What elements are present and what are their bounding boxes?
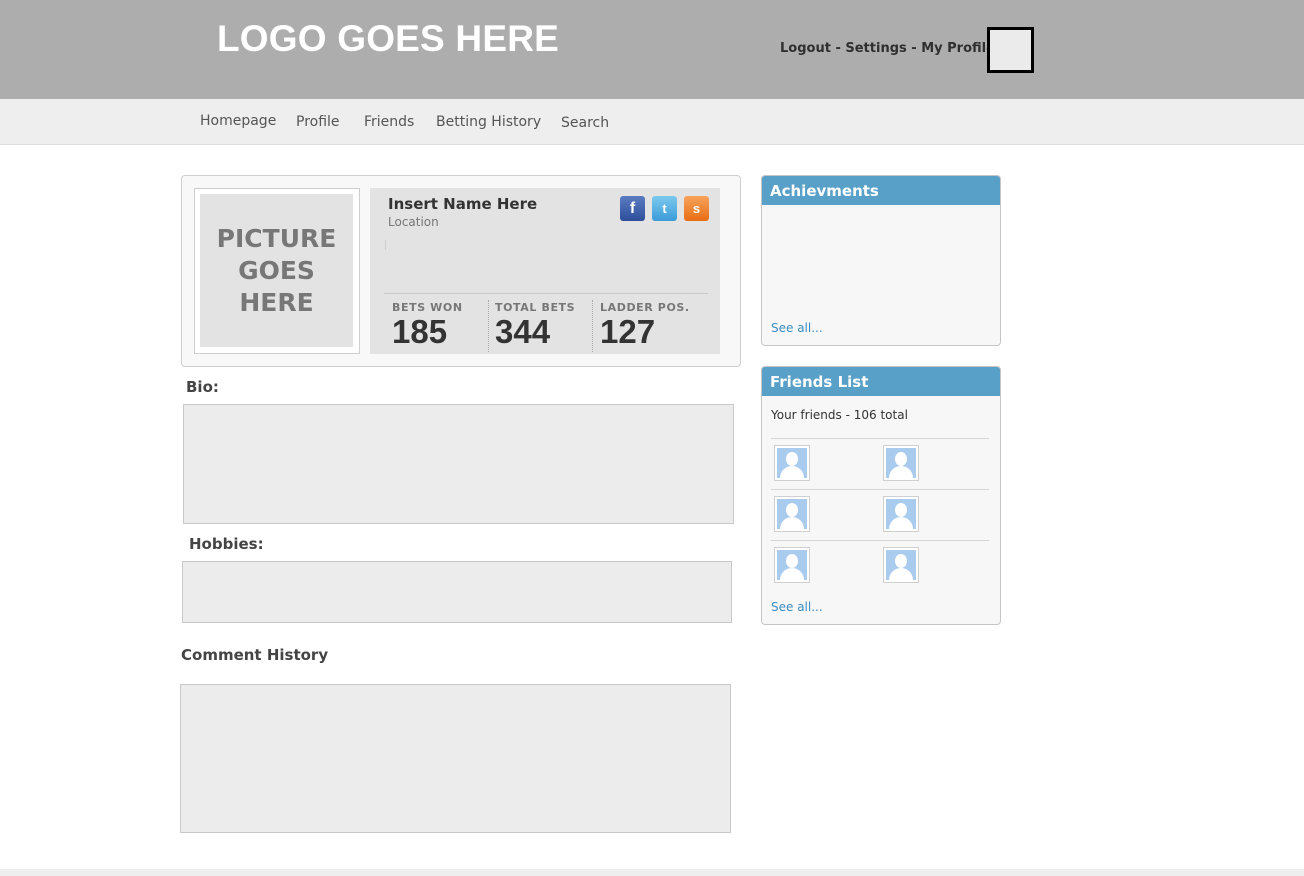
user-avatar[interactable]: [987, 27, 1034, 73]
nav-homepage[interactable]: Homepage: [200, 113, 276, 129]
profile-picture-frame: PICTURE GOES HERE: [194, 188, 360, 354]
friends-see-all-link[interactable]: See all...: [771, 600, 823, 614]
divider: [385, 240, 386, 250]
logo[interactable]: LOGO GOES HERE: [217, 18, 559, 60]
achievements-title: Achievments: [762, 176, 1000, 205]
link-separator: -: [830, 41, 846, 56]
facebook-icon[interactable]: f: [620, 196, 645, 221]
nav-friends[interactable]: Friends: [364, 114, 414, 130]
friend-avatar[interactable]: [774, 445, 810, 481]
friend-row: [771, 438, 989, 489]
settings-link[interactable]: Settings: [845, 41, 906, 56]
stat-total-bets: TOTAL BETS 344: [495, 301, 575, 350]
friend-avatar[interactable]: [883, 496, 919, 532]
bio-box[interactable]: [183, 404, 734, 524]
stat-value: 185: [392, 313, 448, 350]
comment-history-box[interactable]: [180, 684, 731, 833]
main-nav: Homepage Profile Friends Betting History…: [0, 99, 1304, 145]
friend-row: [771, 489, 989, 540]
logout-link[interactable]: Logout: [780, 41, 831, 56]
stat-value: 127: [600, 313, 656, 350]
profile-picture[interactable]: PICTURE GOES HERE: [200, 194, 353, 347]
hobbies-box[interactable]: [182, 561, 732, 623]
achievements-panel: Achievments See all...: [761, 175, 1001, 346]
twitter-icon[interactable]: t: [652, 196, 677, 221]
my-profile-link[interactable]: My Profile: [921, 41, 995, 56]
achievements-see-all-link[interactable]: See all...: [771, 321, 823, 335]
friend-avatar[interactable]: [883, 445, 919, 481]
nav-betting-history[interactable]: Betting History: [436, 114, 541, 130]
profile-info-panel: Insert Name Here Location f t s BETS WON…: [370, 188, 720, 354]
friend-avatar[interactable]: [774, 547, 810, 583]
footer-strip: [0, 869, 1304, 876]
profile-card: PICTURE GOES HERE Insert Name Here Locat…: [181, 175, 741, 367]
stat-bets-won: BETS WON 185: [392, 301, 463, 350]
account-links: Logout - Settings - My Profile: [780, 41, 995, 56]
user-location: Location: [388, 215, 439, 229]
stats-divider: [384, 293, 708, 294]
stat-value: 344: [495, 313, 551, 350]
stat-separator: [488, 300, 489, 352]
picture-placeholder-text: PICTURE GOES HERE: [216, 223, 337, 317]
link-separator: -: [906, 41, 922, 56]
friends-panel: Friends List Your friends - 106 total Se…: [761, 366, 1001, 625]
friends-title: Friends List: [762, 367, 1000, 396]
friend-row: [771, 540, 989, 584]
nav-profile[interactable]: Profile: [296, 114, 340, 130]
stat-separator: [592, 300, 593, 352]
comment-history-label: Comment History: [181, 646, 329, 664]
user-name: Insert Name Here: [388, 195, 538, 213]
stumbleupon-icon[interactable]: s: [684, 196, 709, 221]
friends-count: Your friends - 106 total: [771, 408, 908, 422]
friend-avatar[interactable]: [883, 547, 919, 583]
site-header: LOGO GOES HERE Logout - Settings - My Pr…: [0, 0, 1304, 99]
bio-label: Bio:: [186, 378, 219, 396]
nav-search[interactable]: Search: [561, 115, 609, 131]
friend-avatar[interactable]: [774, 496, 810, 532]
hobbies-label: Hobbies:: [189, 535, 264, 553]
stat-ladder-pos: LADDER POS. 127: [600, 301, 690, 350]
